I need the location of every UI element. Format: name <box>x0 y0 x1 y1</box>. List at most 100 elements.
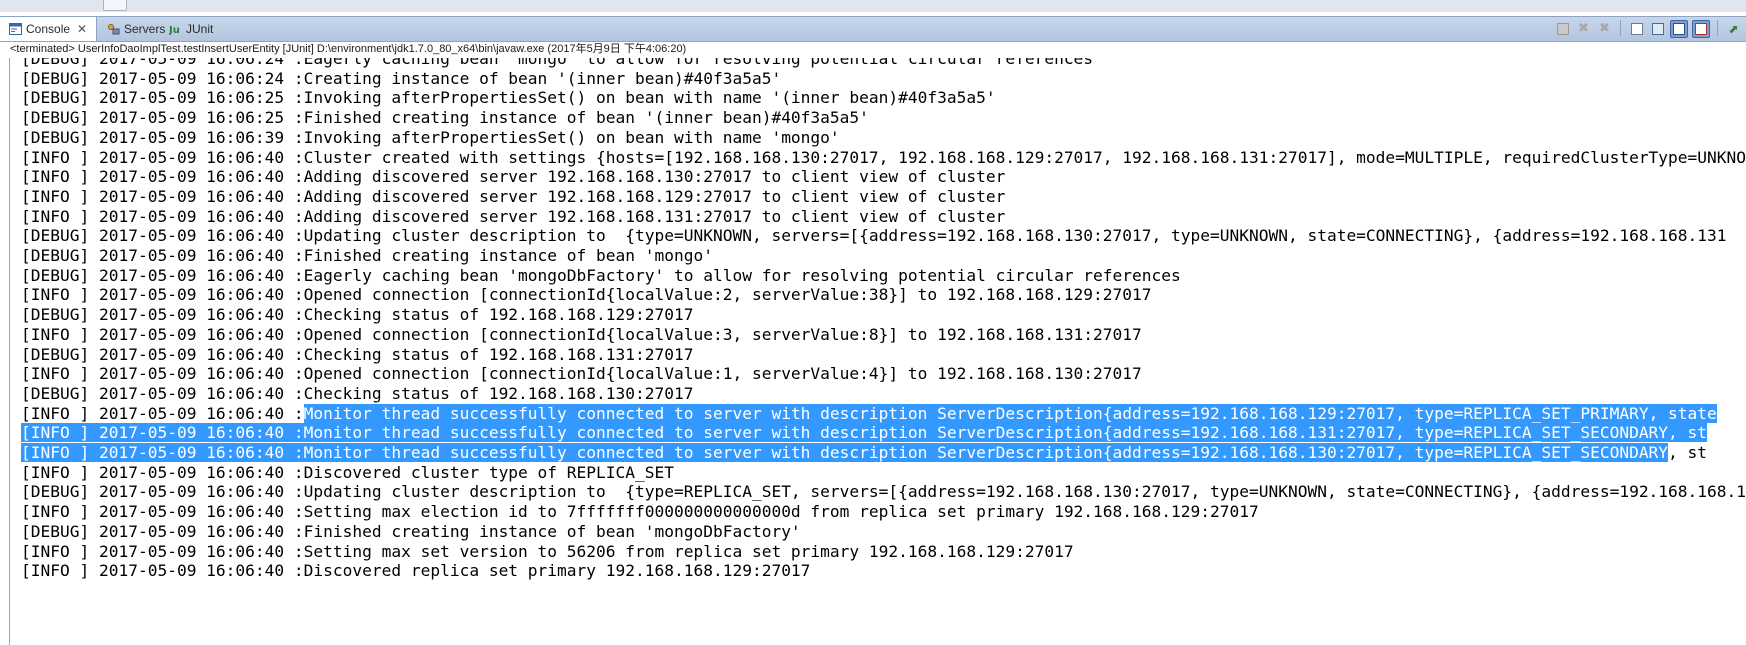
log-timestamp: 2017-05-09 16:06:40 <box>98 265 285 285</box>
log-timestamp: 2017-05-09 16:06:39 <box>98 127 285 147</box>
console-line: [INFO ] 2017-05-09 16:06:40 :Monitor thr… <box>21 403 1717 423</box>
log-message: :Checking status of 192.168.168.131:2701… <box>293 344 694 364</box>
tab-junit[interactable]: Ju JUnit <box>160 17 214 41</box>
svg-text:Ju: Ju <box>169 25 180 35</box>
toolbar-separator <box>1620 20 1621 36</box>
log-level: [INFO ] <box>21 423 90 443</box>
log-message: :Opened connection [connectionId{localVa… <box>293 324 1142 344</box>
log-level: [DEBUG] <box>21 521 90 541</box>
log-message: :Monitor thread successfully connected t… <box>293 423 1708 443</box>
console-line: [INFO ] 2017-05-09 16:06:40 :Adding disc… <box>10 186 1005 208</box>
log-level: [INFO ] <box>21 324 90 344</box>
log-level: [DEBUG] <box>21 383 90 403</box>
console-line: [DEBUG] 2017-05-09 16:06:39 :Invoking af… <box>10 127 840 149</box>
console-icon <box>8 22 22 36</box>
log-timestamp: 2017-05-09 16:06:40 <box>98 521 285 541</box>
log-message: :Invoking afterPropertiesSet() on bean w… <box>293 127 840 147</box>
log-message: :Adding discovered server 192.168.168.12… <box>293 186 1006 206</box>
show-on-stderr-icon[interactable] <box>1692 20 1710 38</box>
log-level: [INFO ] <box>21 186 90 206</box>
clear-console-icon[interactable] <box>1628 20 1645 37</box>
close-tab-icon[interactable]: ✕ <box>77 22 87 36</box>
console-line: [INFO ] 2017-05-09 16:06:40 :Opened conn… <box>10 363 1142 385</box>
scroll-lock-icon[interactable] <box>1649 20 1666 37</box>
log-message: Monitor thread successfully connected to… <box>303 403 1717 423</box>
console-line: [DEBUG] 2017-05-09 16:06:24 :Creating in… <box>10 68 781 90</box>
log-message: :Finished creating instance of bean 'mon… <box>293 246 713 265</box>
view-tab-bar: Console ✕ Servers Ju JUnit ✖ ✖ ⬈ <box>0 16 1746 42</box>
console-line: [INFO ] 2017-05-09 16:06:40 :Adding disc… <box>10 166 1005 188</box>
console-line: [DEBUG] 2017-05-09 16:06:25 :Invoking af… <box>10 87 996 109</box>
log-level: [INFO ] <box>21 443 90 462</box>
log-message: :Setting max election id to 7fffffff0000… <box>293 502 1259 522</box>
log-message: :Discovered replica set primary 192.168.… <box>293 561 811 581</box>
tab-console[interactable]: Console ✕ <box>0 17 97 41</box>
console-line: [INFO ] 2017-05-09 16:06:40 :Opened conn… <box>10 284 1152 306</box>
console-line: [DEBUG] 2017-05-09 16:06:40 :Updating cl… <box>10 225 1727 247</box>
log-message: :Creating instance of bean '(inner bean)… <box>293 68 782 88</box>
log-level: [DEBUG] <box>21 482 90 502</box>
log-timestamp: 2017-05-09 16:06:40 <box>98 561 285 581</box>
log-timestamp: 2017-05-09 16:06:40 <box>98 502 285 522</box>
servers-icon <box>106 22 120 36</box>
log-timestamp: 2017-05-09 16:06:40 <box>98 305 285 325</box>
log-timestamp: 2017-05-09 16:06:40 <box>98 324 285 344</box>
console-line: [DEBUG] 2017-05-09 16:06:40 :Checking st… <box>10 304 693 326</box>
console-line: [INFO ] 2017-05-09 16:06:40 :Discovered … <box>10 462 674 484</box>
log-level: [INFO ] <box>21 206 90 226</box>
console-line: [INFO ] 2017-05-09 16:06:40 :Setting max… <box>10 501 1259 523</box>
log-message: :Updating cluster description to {type=R… <box>293 482 1746 502</box>
log-message: :Adding discovered server 192.168.168.13… <box>293 167 1006 187</box>
log-message: :Checking status of 192.168.168.130:2701… <box>293 383 694 403</box>
log-level: [INFO ] <box>21 403 90 423</box>
console-line: [DEBUG] 2017-05-09 16:06:40 :Finished cr… <box>10 521 801 543</box>
log-level: [DEBUG] <box>21 68 90 88</box>
log-message: :Monitor thread successfully connected t… <box>293 443 1669 462</box>
console-line: [DEBUG] 2017-05-09 16:06:25 :Finished cr… <box>10 107 869 129</box>
tab-junit-label: JUnit <box>186 22 214 36</box>
log-timestamp: 2017-05-09 16:06:40 <box>98 541 285 561</box>
log-timestamp: 2017-05-09 16:06:40 <box>98 226 285 246</box>
log-timestamp: 2017-05-09 16:06:40 <box>98 186 285 206</box>
console-line: [DEBUG] 2017-05-09 16:06:40 :Checking st… <box>10 383 693 405</box>
log-timestamp: 2017-05-09 16:06:40 <box>98 383 285 403</box>
minimize-view-button[interactable] <box>103 0 127 11</box>
tab-console-label: Console <box>26 22 71 36</box>
console-line: [INFO ] 2017-05-09 16:06:40 :Monitor thr… <box>10 422 1708 444</box>
show-on-stdout-icon[interactable] <box>1670 20 1688 38</box>
log-level: [DEBUG] <box>21 58 90 68</box>
console-line: [INFO ] 2017-05-09 16:06:40 :Cluster cre… <box>10 147 1746 169</box>
log-level: [DEBUG] <box>21 265 90 285</box>
log-message: :Discovered cluster type of REPLICA_SET <box>293 462 674 482</box>
pin-console-icon[interactable]: ⬈ <box>1725 20 1742 37</box>
remove-all-terminated-icon[interactable]: ✖ <box>1596 20 1613 37</box>
log-timestamp: 2017-05-09 16:06:24 <box>98 58 285 68</box>
log-timestamp: 2017-05-09 16:06:40 <box>98 482 285 502</box>
console-line: [INFO ] 2017-05-09 16:06:40 :Setting max… <box>10 541 1074 563</box>
log-level: [INFO ] <box>21 147 90 167</box>
log-message: :Opened connection [connectionId{localVa… <box>293 285 1152 305</box>
log-level: [DEBUG] <box>21 305 90 325</box>
log-level: [INFO ] <box>21 561 90 581</box>
log-message: :Finished creating instance of bean '(in… <box>293 108 869 128</box>
log-level: [INFO ] <box>21 502 90 522</box>
tab-servers[interactable]: Servers <box>98 17 165 41</box>
log-level: [INFO ] <box>21 364 90 384</box>
log-level: [DEBUG] <box>21 88 90 108</box>
junit-icon: Ju <box>168 22 182 36</box>
log-timestamp: 2017-05-09 16:06:40 <box>98 423 285 443</box>
console-output[interactable]: [DEBUG] 2017-05-09 16:06:24 :Eagerly cac… <box>9 58 1746 645</box>
log-level: [INFO ] <box>21 167 90 187</box>
console-line: [INFO ] 2017-05-09 16:06:40 :Discovered … <box>10 560 810 582</box>
terminate-icon[interactable] <box>1554 20 1571 37</box>
launch-status: <terminated> UserInfoDaoImplTest.testIns… <box>10 43 687 55</box>
log-timestamp: 2017-05-09 16:06:24 <box>98 68 285 88</box>
console-line: [DEBUG] 2017-05-09 16:06:40 :Eagerly cac… <box>10 265 1181 287</box>
log-message-tail: , st <box>1668 443 1708 462</box>
log-message: :Invoking afterPropertiesSet() on bean w… <box>293 88 996 108</box>
log-timestamp: 2017-05-09 16:06:40 <box>98 206 285 226</box>
log-level: [DEBUG] <box>21 246 90 265</box>
remove-launch-icon[interactable]: ✖ <box>1575 20 1592 37</box>
console-line: [DEBUG] 2017-05-09 16:06:40 :Checking st… <box>10 344 693 366</box>
log-timestamp: 2017-05-09 16:06:40 <box>98 246 285 265</box>
